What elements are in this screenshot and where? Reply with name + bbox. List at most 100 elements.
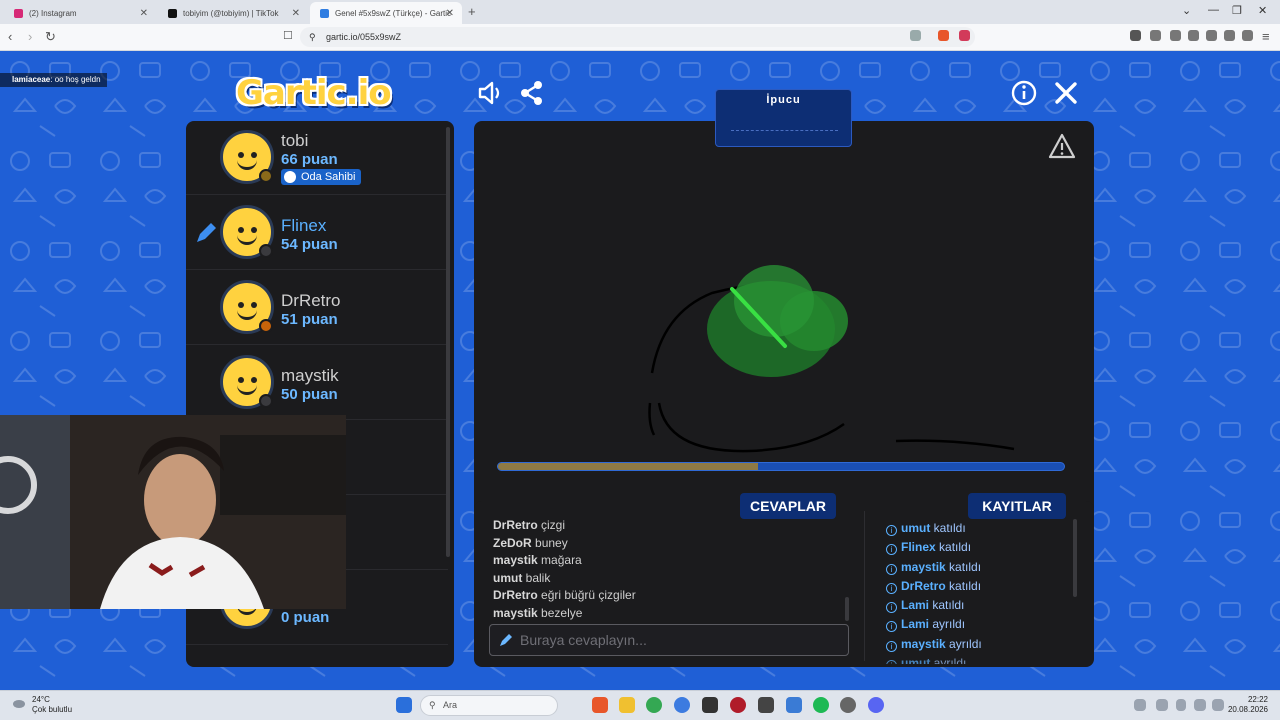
sound-icon[interactable] [476,79,504,107]
tab-answers[interactable]: CEVAPLAR [740,493,836,519]
app-icon[interactable] [758,697,774,713]
status-dot [259,319,273,333]
hint-blanks [731,130,838,131]
brave-rewards-icon[interactable] [959,30,970,41]
share-icon[interactable] [518,79,546,107]
tab-title: (2) Instagram [29,8,77,18]
url-field[interactable]: ⚲ gartic.io/055x9swZ [300,27,975,47]
answer-input[interactable] [520,625,840,655]
tray-icon[interactable] [1134,699,1146,711]
tab-gartic[interactable]: Genel #5x9swZ (Türkçe) - Gartic ✕ [310,2,462,24]
tray-icon[interactable] [1156,699,1168,711]
cast-icon[interactable] [910,30,921,41]
extension-icon[interactable] [1170,30,1181,41]
obs-icon[interactable] [840,697,856,713]
tab-list-chevron-icon[interactable]: ⌄ [1182,4,1191,17]
new-tab-button[interactable]: + [468,4,476,19]
minimize-button[interactable]: — [1208,4,1219,16]
info-icon[interactable] [1010,79,1038,107]
info-icon: i [886,660,897,665]
drawing [648,265,1015,453]
forward-icon[interactable]: › [28,29,32,44]
close-tab-icon[interactable]: ✕ [292,8,300,19]
close-window-button[interactable]: ✕ [1258,4,1267,17]
discord-icon[interactable] [868,697,884,713]
chat-username: lamiaceae [12,75,51,84]
streamer-webcam-image [0,415,346,609]
chat-message: : oo hoş geldn [50,75,101,84]
app-icon[interactable] [786,697,802,713]
weather-widget[interactable]: 24°C Çok bulutlu [32,695,72,715]
player-card[interactable]: Flinex 54 puan [186,196,448,270]
players-scrollbar[interactable] [446,127,450,557]
spotify-icon[interactable] [813,697,829,713]
player-card[interactable]: DrRetro 51 puan [186,271,448,345]
taskbar-clock[interactable]: 22:22 20.08.2026 [1228,695,1268,715]
info-icon: i [886,525,897,536]
close-icon[interactable] [1052,79,1080,107]
tab-logs[interactable]: KAYITLAR [968,493,1066,519]
avatar [220,355,274,409]
info-icon: i [886,563,897,575]
gartic-page: lamiaceae: oo hoş geldn Gartic.io tobi 6… [0,51,1280,690]
webcam-overlay [0,415,346,609]
answer-input-box[interactable] [489,624,849,656]
gartic-logo[interactable]: Gartic.io [236,73,392,113]
maximize-button[interactable]: ❐ [1232,4,1242,17]
round-timer-bar [497,462,1065,471]
leo-icon[interactable] [1224,30,1235,41]
info-icon: i [886,621,897,633]
brave-icon[interactable] [592,697,608,713]
extension-icon[interactable] [1130,30,1141,41]
tab-title: Genel #5x9swZ (Türkçe) - Gartic [335,8,452,18]
log-entry: iumut ayrıldı [886,654,1066,665]
edge-icon[interactable] [674,697,690,713]
close-tab-icon[interactable]: ✕ [140,8,148,19]
vpn-icon[interactable] [1242,30,1253,41]
file-explorer-icon[interactable] [619,697,635,713]
logs-list: i umut katıldı i Flinex katıldı i maystik k… [886,519,1066,665]
brave-shield-icon[interactable] [938,30,949,41]
player-card[interactable]: maystik 50 puan [186,346,448,420]
bookmark-icon[interactable]: ☐ [283,29,293,42]
avatar [220,130,274,184]
app-icon[interactable] [702,697,718,713]
report-warning-icon[interactable] [1048,133,1076,159]
answer-message: ZeDoR buney [493,535,568,550]
tab-tiktok[interactable]: tobiyim (@tobiyim) | TikTok ✕ [158,2,308,24]
player-card[interactable]: tobi 66 puan Oda Sahibi [186,121,448,195]
answer-message: DrRetro çizgi [493,518,566,532]
status-dot [259,394,273,408]
logs-scrollbar[interactable] [1073,519,1077,597]
windows-start-icon[interactable] [396,697,412,713]
network-icon[interactable] [1194,699,1206,711]
sidebar-icon[interactable] [1188,30,1199,41]
answers-scrollbar[interactable] [845,597,849,621]
answer-message: umut balik [493,570,551,585]
instagram-icon [14,8,23,18]
log-entry: i Flinex katıldı [886,538,1066,557]
menu-icon[interactable]: ≡ [1262,29,1270,44]
tiktok-icon [168,8,177,18]
pencil-icon [500,634,512,646]
gartic-icon [320,8,329,18]
microphone-icon[interactable] [1176,699,1186,711]
log-entry: i DrRetro katıldı [886,577,1066,596]
volume-icon[interactable] [1212,699,1224,711]
panel-divider [864,511,865,661]
player-name: DrRetro [281,291,341,310]
drawing-canvas[interactable] [474,121,1094,533]
wallet-icon[interactable] [1206,30,1217,41]
taskbar-search[interactable]: ⚲ Ara [420,695,558,716]
close-tab-icon[interactable]: ✕ [446,8,454,19]
tab-instagram[interactable]: (2) Instagram ✕ [4,2,156,24]
site-info-icon[interactable]: ⚲ [309,27,316,47]
avatar [220,205,274,259]
reload-icon[interactable]: ↻ [45,29,56,45]
chrome-icon[interactable] [646,697,662,713]
browser-tab-bar: (2) Instagram ✕ tobiyim (@tobiyim) | Tik… [0,0,1280,24]
extension-icon[interactable] [1150,30,1161,41]
back-icon[interactable]: ‹ [8,29,12,44]
app-icon[interactable] [730,697,746,713]
weather-cloud-icon [13,700,25,708]
